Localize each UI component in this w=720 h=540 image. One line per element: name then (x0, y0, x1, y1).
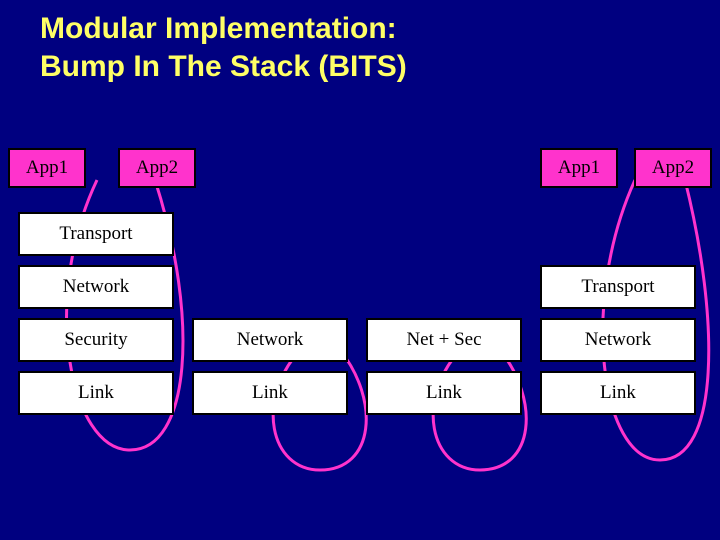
right-link: Link (540, 371, 696, 415)
left-app1: App1 (8, 148, 86, 188)
right-app2: App2 (634, 148, 712, 188)
mid2-netsec: Net + Sec (366, 318, 522, 362)
right-network: Network (540, 318, 696, 362)
left-network: Network (18, 265, 174, 309)
left-security: Security (18, 318, 174, 362)
slide-title: Modular Implementation: Bump In The Stac… (40, 10, 407, 85)
title-line-1: Modular Implementation: (40, 12, 397, 45)
title-line-2: Bump In The Stack (BITS) (40, 50, 407, 83)
mid1-link: Link (192, 371, 348, 415)
mid2-link: Link (366, 371, 522, 415)
left-link: Link (18, 371, 174, 415)
left-app2: App2 (118, 148, 196, 188)
right-app1: App1 (540, 148, 618, 188)
left-transport: Transport (18, 212, 174, 256)
right-transport: Transport (540, 265, 696, 309)
mid1-network: Network (192, 318, 348, 362)
